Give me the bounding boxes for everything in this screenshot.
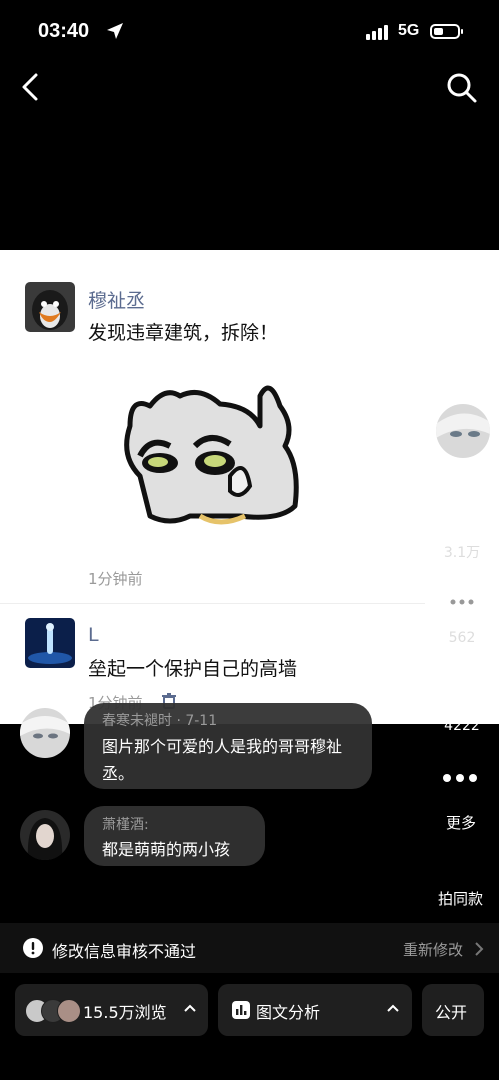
comment-text: 发现违章建筑，拆除！ xyxy=(88,322,279,344)
user-avatar-icon xyxy=(20,810,70,860)
viewer-avatar xyxy=(57,999,81,1023)
chart-icon xyxy=(232,1001,250,1019)
chevron-up-icon xyxy=(184,1004,196,1012)
network-label: 5G xyxy=(398,22,420,39)
more-icon[interactable] xyxy=(443,774,477,782)
divider xyxy=(0,603,425,604)
visibility-button[interactable]: 公开 xyxy=(422,984,484,1036)
search-icon[interactable] xyxy=(446,72,478,104)
review-notice-bar[interactable]: 修改信息审核不通过 重新修改 xyxy=(0,923,499,973)
comment-icon[interactable] xyxy=(439,580,485,626)
overlay-username: 萧槿酒: xyxy=(102,817,149,833)
analysis-button[interactable]: 图文分析 xyxy=(218,984,412,1036)
comment-text: 垒起一个保护自己的高墙 xyxy=(88,658,298,680)
avatar[interactable] xyxy=(25,282,75,332)
overlay-comment: 春寒未褪时 · 7-11 图片那个可爱的人是我的哥哥穆祉丞。 xyxy=(84,703,372,789)
visibility-label: 公开 xyxy=(435,1003,468,1022)
heart-icon[interactable] xyxy=(439,490,485,536)
signal-icon xyxy=(366,24,388,40)
notice-action[interactable]: 重新修改 xyxy=(403,939,463,960)
notice-text: 修改信息审核不通过 xyxy=(52,942,197,961)
views-count: 15.5万浏览 xyxy=(83,1003,167,1022)
analysis-label: 图文分析 xyxy=(256,1003,321,1022)
penguin-avatar-icon xyxy=(25,282,75,332)
like-count: 3.1万 xyxy=(443,545,481,561)
avatar[interactable] xyxy=(20,708,70,758)
star-icon[interactable] xyxy=(439,668,485,714)
avatar[interactable] xyxy=(25,618,75,668)
chevron-right-icon xyxy=(475,942,484,956)
status-time: 03:40 xyxy=(38,20,90,42)
comment-username[interactable]: L xyxy=(88,624,99,646)
overlay-text: 都是萌萌的两小孩 xyxy=(102,840,231,859)
warning-icon xyxy=(23,938,43,958)
same-style-label[interactable]: 拍同款 xyxy=(438,888,483,909)
comment-panel: 穆祉丞 发现违章建筑，拆除！ 1分钟前 L 垒起一个保护自己的高墙 1分钟前 xyxy=(0,250,499,724)
overlay-text: 图片那个可爱的人是我的哥哥穆祉丞。 xyxy=(102,737,343,783)
avatar[interactable] xyxy=(20,810,70,860)
overlay-username: 春寒未褪时 · 7-11 xyxy=(102,713,218,729)
views-button[interactable]: 15.5万浏览 xyxy=(15,984,208,1036)
chevron-up-icon xyxy=(387,1004,399,1012)
author-avatar-icon xyxy=(436,404,490,458)
favorite-count: 4222 xyxy=(444,718,480,734)
back-icon[interactable] xyxy=(18,72,44,102)
comment-time: 1分钟前 xyxy=(88,570,143,588)
user-avatar-icon xyxy=(20,708,70,758)
overlay-comment: 萧槿酒: 都是萌萌的两小孩 xyxy=(84,806,265,866)
location-arrow-icon xyxy=(107,23,123,39)
comment-count: 562 xyxy=(448,630,476,646)
author-avatar[interactable] xyxy=(434,402,492,460)
more-label[interactable]: 更多 xyxy=(446,812,476,833)
comment-username[interactable]: 穆祉丞 xyxy=(88,286,145,313)
blue-figure-avatar-icon xyxy=(25,618,75,668)
cat-sticker-image xyxy=(124,385,299,525)
battery-icon xyxy=(430,24,463,39)
